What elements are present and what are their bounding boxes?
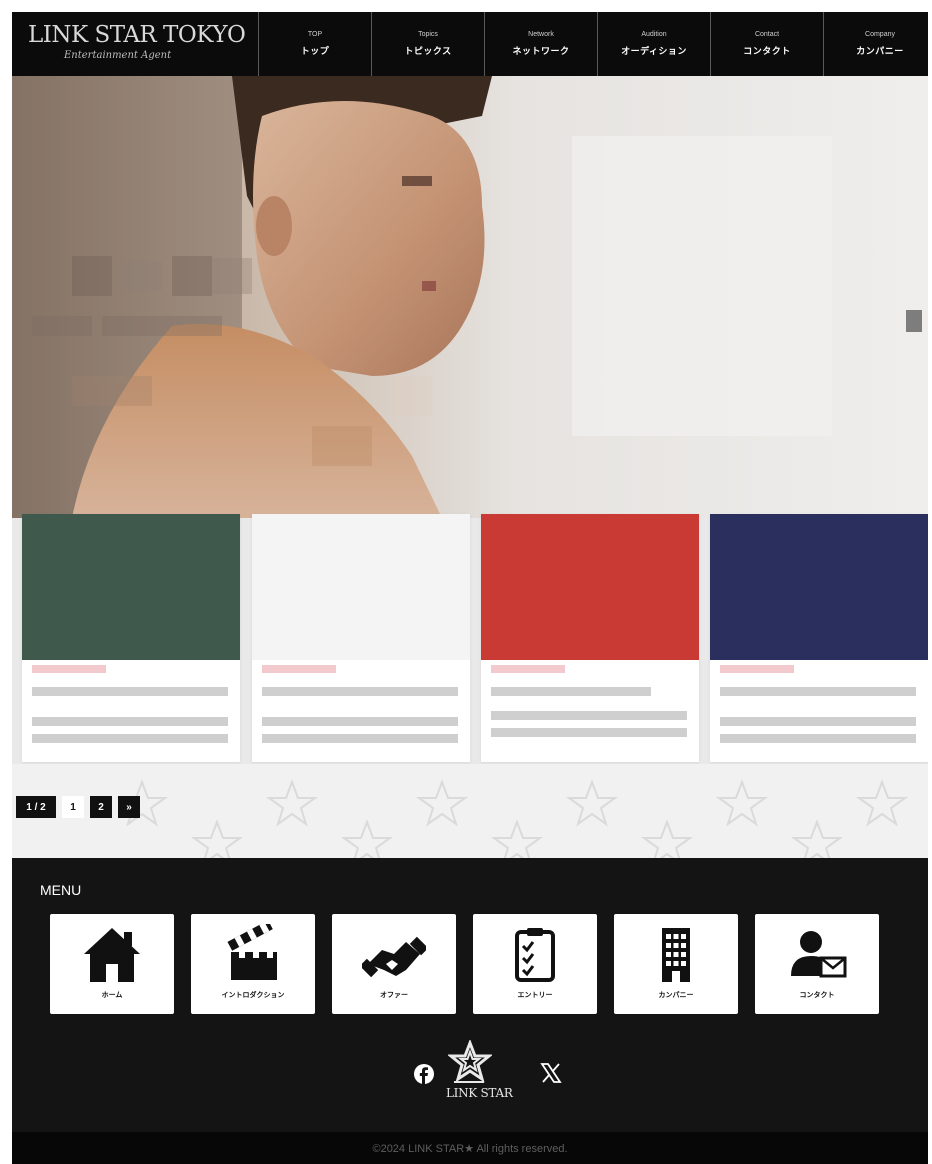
logo-subtitle: Entertainment Agent <box>64 50 172 61</box>
card-title-line <box>491 687 651 696</box>
pagination-area: 1 / 2 1 2 » <box>12 764 928 858</box>
nav-item-en-label: Topics <box>418 31 438 38</box>
site-footer: ©2024 LINK STAR★ All rights reserved. <box>12 1132 928 1164</box>
nav-item-en-label: TOP <box>307 31 323 38</box>
x-icon[interactable] <box>540 1062 562 1084</box>
page: LINK STAR TOKYO Entertainment Agent TOP … <box>12 12 928 1164</box>
building-icon <box>662 928 690 982</box>
page-2-link[interactable]: 2 <box>90 796 112 818</box>
nav-item-en-label: Audition <box>641 31 667 38</box>
star-pattern-background <box>115 779 909 858</box>
menu-item-label: イントロダクション <box>221 991 285 999</box>
card-thumbnail <box>22 514 240 660</box>
menu-item-home[interactable]: ホーム <box>50 914 174 1014</box>
card-category-tag <box>32 665 106 673</box>
nav-item-en-label: Network <box>528 31 554 38</box>
link-star-logo-icon[interactable] <box>448 1040 492 1084</box>
page-count: 1 / 2 <box>16 796 56 818</box>
nav-item-top[interactable]: TOP トップ <box>258 12 371 76</box>
menu-tiles: ホーム イントロダクション オファー エントリー カンパニー コンタクト <box>50 914 879 1014</box>
card-text-line <box>491 728 687 737</box>
card-title-line <box>720 687 916 696</box>
card-thumbnail <box>710 514 928 660</box>
nav-item-jp-label: カンパニー <box>856 47 904 57</box>
menu-item-label: コンタクト <box>799 991 835 999</box>
nav-item-jp-label: コンタクト <box>743 47 791 57</box>
site-header: LINK STAR TOKYO Entertainment Agent TOP … <box>12 12 928 76</box>
menu-item-label: オファー <box>380 991 408 999</box>
card-text-line <box>491 711 687 720</box>
menu-item-offer[interactable]: オファー <box>332 914 456 1014</box>
pagination: 1 / 2 1 2 » <box>16 796 140 818</box>
card-text-line <box>720 717 916 726</box>
site-logo[interactable]: LINK STAR TOKYO Entertainment Agent <box>12 12 262 76</box>
nav-item-jp-label: ネットワーク <box>512 47 570 57</box>
footer-menu: MENU ホーム イントロダクション オファー エントリー カンパニー コンタク… <box>12 858 928 1132</box>
logo-title: LINK STAR TOKYO <box>28 22 246 48</box>
nav-item-topics[interactable]: Topics トピックス <box>371 12 484 76</box>
card-text-line <box>262 717 458 726</box>
home-icon <box>84 928 140 982</box>
nav-item-en-label: Contact <box>754 31 780 38</box>
menu-item-label: ホーム <box>101 991 123 999</box>
nav-item-jp-label: トピックス <box>404 47 452 57</box>
current-page: 1 <box>62 796 84 818</box>
social-links: LINK STAR <box>12 1028 928 1118</box>
topic-card[interactable] <box>481 514 699 762</box>
menu-item-introduction[interactable]: イントロダクション <box>191 914 315 1014</box>
nav-item-network[interactable]: Network ネットワーク <box>484 12 597 76</box>
clapperboard-icon <box>227 924 277 980</box>
person-mail-icon <box>791 931 847 978</box>
topic-card[interactable] <box>710 514 928 762</box>
card-title-line <box>262 687 458 696</box>
menu-title: MENU <box>40 882 82 898</box>
topic-card[interactable] <box>22 514 240 762</box>
menu-item-label: カンパニー <box>658 991 694 999</box>
card-thumbnail <box>481 514 699 660</box>
topic-card[interactable] <box>252 514 470 762</box>
nav-item-audition[interactable]: Audition オーディション <box>597 12 710 76</box>
menu-item-contact[interactable]: コンタクト <box>755 914 879 1014</box>
nav-item-jp-label: オーディション <box>621 47 687 57</box>
nav-item-jp-label: トップ <box>300 47 330 57</box>
topics-cards <box>12 514 928 764</box>
copyright-text: ©2024 LINK STAR★ All rights reserved. <box>372 1143 568 1155</box>
main-nav: TOP トップ Topics トピックス Network ネットワーク Audi… <box>258 12 928 76</box>
card-text-line <box>32 717 228 726</box>
brand-name: LINK STAR <box>446 1086 513 1100</box>
card-category-tag <box>262 665 336 673</box>
card-category-tag <box>720 665 794 673</box>
card-text-line <box>262 734 458 743</box>
slider-next-arrow[interactable] <box>906 310 922 332</box>
menu-item-company[interactable]: カンパニー <box>614 914 738 1014</box>
card-text-line <box>720 734 916 743</box>
hero-slider[interactable] <box>12 76 928 518</box>
hero-image <box>12 76 928 518</box>
card-category-tag <box>491 665 565 673</box>
next-page-button[interactable]: » <box>118 796 140 818</box>
card-text-line <box>32 734 228 743</box>
card-title-line <box>32 687 228 696</box>
clipboard-checklist-icon <box>515 928 555 982</box>
nav-item-company[interactable]: Company カンパニー <box>823 12 928 76</box>
handshake-icon <box>362 936 426 978</box>
nav-item-contact[interactable]: Contact コンタクト <box>710 12 823 76</box>
nav-item-en-label: Company <box>865 31 895 38</box>
menu-item-label: エントリー <box>517 991 553 999</box>
card-thumbnail <box>252 514 470 660</box>
menu-item-entry[interactable]: エントリー <box>473 914 597 1014</box>
facebook-icon[interactable] <box>414 1064 434 1084</box>
